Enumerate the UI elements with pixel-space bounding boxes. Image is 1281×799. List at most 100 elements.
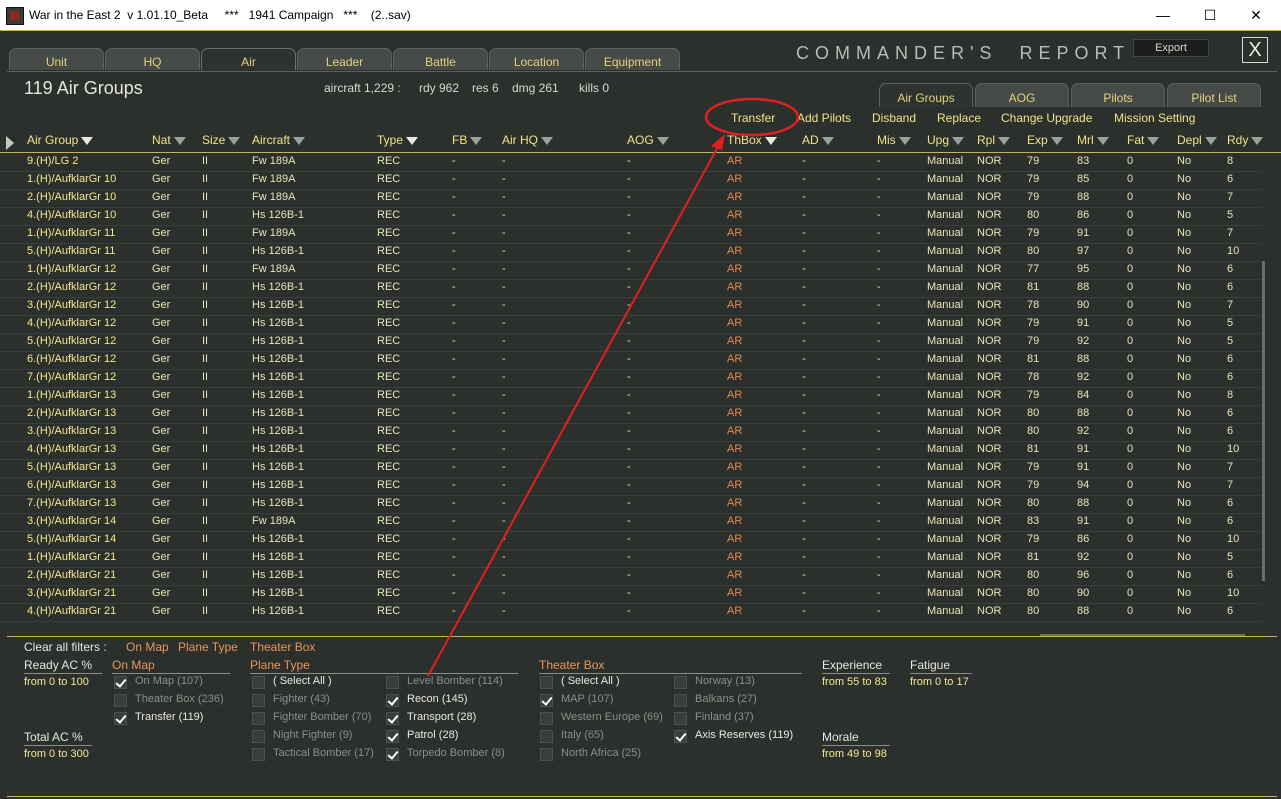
- tab-aog[interactable]: AOG: [975, 83, 1069, 107]
- plane-type-filter-label[interactable]: Level Bomber (114): [407, 675, 503, 687]
- theater-box-filter-checkbox[interactable]: [674, 676, 687, 689]
- table-row[interactable]: 1.(H)/AufklarGr 11 Ger II Fw 189A REC - - - AR - -…: [0, 225, 1262, 244]
- theater-box-filter-checkbox[interactable]: [540, 694, 553, 707]
- tab-unit[interactable]: Unit: [9, 48, 104, 70]
- table-row[interactable]: 2.(H)/AufklarGr 13 Ger II Hs 126B-1 REC - - - AR…: [0, 405, 1262, 424]
- theater-box-filter-label[interactable]: Western Europe (69): [561, 711, 663, 723]
- expand-arrow-icon[interactable]: [6, 136, 14, 150]
- table-row[interactable]: 4.(H)/AufklarGr 21 Ger II Hs 126B-1 REC - - - AR…: [0, 603, 1262, 622]
- filter-icon[interactable]: [952, 137, 965, 145]
- table-row[interactable]: 3.(H)/AufklarGr 21 Ger II Hs 126B-1 REC - - - AR…: [0, 585, 1262, 604]
- filter-icon[interactable]: [656, 137, 669, 145]
- col-fat[interactable]: Fat: [1127, 133, 1160, 147]
- table-row[interactable]: 5.(H)/AufklarGr 12 Ger II Hs 126B-1 REC - - - AR…: [0, 333, 1262, 352]
- tab-air-groups[interactable]: Air Groups: [879, 83, 973, 107]
- on-map-filter-checkbox[interactable]: [114, 676, 127, 689]
- clear-on-map-link[interactable]: On Map: [126, 640, 169, 654]
- morale-range[interactable]: from 49 to 98: [822, 748, 887, 760]
- minimize-icon[interactable]: —: [1148, 4, 1178, 26]
- filter-icon[interactable]: [1096, 137, 1109, 145]
- theater-box-filter-label[interactable]: North Africa (25): [561, 747, 641, 759]
- col-upg[interactable]: Upg: [927, 133, 965, 147]
- table-row[interactable]: 1.(H)/AufklarGr 13 Ger II Hs 126B-1 REC - - - AR…: [0, 387, 1262, 406]
- col-rpl[interactable]: Rpl: [977, 133, 1011, 147]
- on-map-filter-label[interactable]: Transfer (119): [135, 711, 203, 723]
- table-row[interactable]: 3.(H)/AufklarGr 13 Ger II Hs 126B-1 REC - - - AR…: [0, 423, 1262, 442]
- plane-type-filter-label[interactable]: Torpedo Bomber (8): [407, 747, 505, 759]
- on-map-filter-label[interactable]: Theater Box (236): [135, 693, 224, 705]
- col-size[interactable]: Size: [202, 133, 241, 147]
- table-row[interactable]: 5.(H)/AufklarGr 11 Ger II Hs 126B-1 REC - - - AR…: [0, 243, 1262, 262]
- experience-range[interactable]: from 55 to 83: [822, 676, 887, 688]
- filter-icon[interactable]: [173, 137, 186, 145]
- filter-icon[interactable]: [1204, 137, 1217, 145]
- tab-location[interactable]: Location: [489, 48, 584, 70]
- col-mis[interactable]: Mis: [877, 133, 911, 147]
- table-row[interactable]: 1.(H)/AufklarGr 21 Ger II Hs 126B-1 REC - - - AR…: [0, 549, 1262, 568]
- col-nat[interactable]: Nat: [152, 133, 186, 147]
- filter-icon[interactable]: [821, 137, 834, 145]
- plane-type-filter-label[interactable]: Fighter Bomber (70): [273, 711, 371, 723]
- theater-box-filter-checkbox[interactable]: [540, 712, 553, 725]
- theater-box-filter-checkbox[interactable]: [674, 712, 687, 725]
- on-map-filter-checkbox[interactable]: [114, 694, 127, 707]
- plane-type-filter-checkbox[interactable]: [252, 712, 265, 725]
- tab-pilots[interactable]: Pilots: [1071, 83, 1165, 107]
- on-map-filter-label[interactable]: On Map (107): [135, 675, 203, 687]
- tab-air[interactable]: Air: [201, 48, 296, 70]
- change-upgrade-button[interactable]: Change Upgrade: [1001, 111, 1092, 125]
- plane-type-filter-checkbox[interactable]: [252, 730, 265, 743]
- export-button[interactable]: Export: [1133, 39, 1209, 57]
- col-rdy[interactable]: Rdy: [1227, 133, 1264, 147]
- add-pilots-button[interactable]: Add Pilots: [797, 111, 851, 125]
- theater-box-filter-label[interactable]: Balkans (27): [695, 693, 757, 705]
- col-air-hq[interactable]: Air HQ: [502, 133, 553, 147]
- table-row[interactable]: 2.(H)/AufklarGr 10 Ger II Fw 189A REC - - - AR - -…: [0, 189, 1262, 208]
- fatigue-range[interactable]: from 0 to 17: [910, 676, 969, 688]
- filter-icon[interactable]: [898, 137, 911, 145]
- plane-type-filter-checkbox[interactable]: [252, 748, 265, 761]
- col-mrl[interactable]: Mrl: [1077, 133, 1109, 147]
- plane-type-filter-checkbox[interactable]: [252, 676, 265, 689]
- tab-equipment[interactable]: Equipment: [585, 48, 680, 70]
- table-row[interactable]: 6.(H)/AufklarGr 13 Ger II Hs 126B-1 REC - - - AR…: [0, 477, 1262, 496]
- table-row[interactable]: 4.(H)/AufklarGr 10 Ger II Hs 126B-1 REC - - - AR…: [0, 207, 1262, 226]
- maximize-icon[interactable]: ☐: [1195, 4, 1225, 26]
- theater-box-filter-label[interactable]: Finland (37): [695, 711, 754, 723]
- col-exp[interactable]: Exp: [1027, 133, 1063, 147]
- clear-theater-box-link[interactable]: Theater Box: [250, 640, 315, 654]
- table-row[interactable]: 3.(H)/AufklarGr 14 Ger II Fw 189A REC - - - AR - -…: [0, 513, 1262, 532]
- theater-box-filter-label[interactable]: Norway (13): [695, 675, 755, 687]
- filter-icon[interactable]: [406, 137, 419, 145]
- col-ad[interactable]: AD: [802, 133, 834, 147]
- filter-icon[interactable]: [764, 137, 777, 145]
- theater-box-filter-checkbox[interactable]: [540, 748, 553, 761]
- theater-box-filter-label[interactable]: Italy (65): [561, 729, 604, 741]
- plane-type-filter-label[interactable]: Tactical Bomber (17): [273, 747, 374, 759]
- window-close-icon[interactable]: ✕: [1241, 4, 1271, 26]
- tab-pilot-list[interactable]: Pilot List: [1167, 83, 1261, 107]
- col-aog[interactable]: AOG: [627, 133, 669, 147]
- filter-icon[interactable]: [1251, 137, 1264, 145]
- plane-type-filter-checkbox[interactable]: [252, 694, 265, 707]
- mission-setting-button[interactable]: Mission Setting: [1114, 111, 1195, 125]
- tab-leader[interactable]: Leader: [297, 48, 392, 70]
- filter-icon[interactable]: [228, 137, 241, 145]
- tab-hq[interactable]: HQ: [105, 48, 200, 70]
- filter-icon[interactable]: [293, 137, 306, 145]
- filter-icon[interactable]: [81, 137, 94, 145]
- filter-icon[interactable]: [998, 137, 1011, 145]
- tab-battle[interactable]: Battle: [393, 48, 488, 70]
- close-report-icon[interactable]: X: [1242, 37, 1268, 63]
- plane-type-filter-label[interactable]: Transport (28): [407, 711, 476, 723]
- plane-type-filter-label[interactable]: Fighter (43): [273, 693, 330, 705]
- col-aircraft[interactable]: Aircraft: [252, 133, 306, 147]
- theater-box-filter-checkbox[interactable]: [540, 730, 553, 743]
- table-row[interactable]: 7.(H)/AufklarGr 13 Ger II Hs 126B-1 REC - - - AR…: [0, 495, 1262, 514]
- vertical-scrollbar[interactable]: [1262, 261, 1265, 581]
- table-row[interactable]: 4.(H)/AufklarGr 12 Ger II Hs 126B-1 REC - - - AR…: [0, 315, 1262, 334]
- plane-type-filter-checkbox[interactable]: [386, 694, 399, 707]
- filter-icon[interactable]: [470, 137, 483, 145]
- plane-type-filter-label[interactable]: Patrol (28): [407, 729, 458, 741]
- plane-type-filter-checkbox[interactable]: [386, 676, 399, 689]
